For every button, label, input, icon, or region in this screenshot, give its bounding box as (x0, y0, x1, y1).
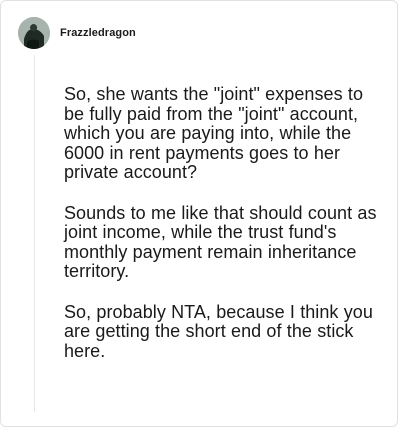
comment-paragraph: So, probably NTA, because I think you ar… (64, 301, 373, 361)
comment-paragraph: Sounds to me like that should count as j… (64, 202, 377, 281)
thread-line[interactable] (34, 55, 35, 412)
comment-paragraph: So, she wants the "joint" expenses to be… (64, 84, 364, 182)
comment-body: So, she wants the "joint" expenses to be… (64, 84, 384, 382)
avatar[interactable] (18, 17, 50, 49)
comment-card: Frazzledragon So, she wants the "joint" … (0, 0, 398, 427)
user-avatar-icon (18, 17, 50, 49)
comment-header: Frazzledragon (18, 17, 136, 49)
username-link[interactable]: Frazzledragon (60, 27, 136, 39)
